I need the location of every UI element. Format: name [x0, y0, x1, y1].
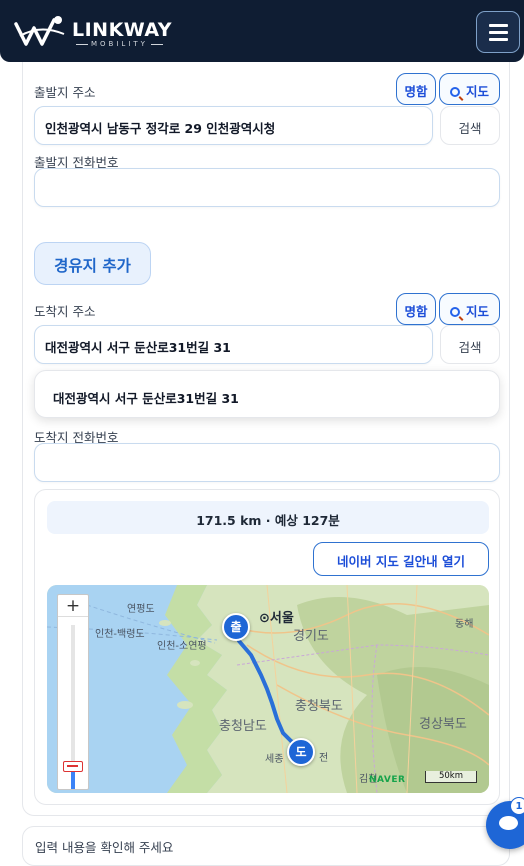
route-summary: 171.5 km · 예상 127분 [47, 501, 489, 534]
map-zoom-control: + [57, 594, 89, 790]
destination-phone-input[interactable] [34, 443, 500, 482]
hamburger-line [489, 31, 508, 34]
map-label-yeonpyeong: 연평도 [127, 604, 155, 615]
app-header: LINKWAY MOBILITY [0, 0, 524, 62]
map-label-incheon-baengnyeong: 인천-백령도 [95, 629, 145, 640]
map-label-seoul: ⊙서울 [259, 611, 294, 626]
hamburger-line [489, 38, 508, 41]
route-start-marker[interactable]: 출 [222, 613, 250, 641]
destination-address-label: 도착지 주소 [34, 304, 96, 319]
map-label-sejong: 세종 [265, 754, 284, 765]
map-label-incheon-socheong: 인천-소연평 [157, 641, 207, 652]
origin-business-card-button[interactable]: 명함 [396, 73, 436, 105]
origin-phone-input[interactable] [34, 168, 500, 207]
hamburger-icon [489, 24, 508, 27]
map-label-seoul-text: 서울 [269, 611, 294, 626]
zoom-level-fill [71, 771, 75, 789]
search-icon [449, 307, 460, 317]
notice-card: 입력 내용을 확인해 주세요 [22, 826, 510, 866]
map-label-gyeonggi: 경기도 [293, 629, 329, 644]
open-naver-directions-button[interactable]: 네이버 지도 길안내 열기 [313, 542, 489, 576]
route-map[interactable]: 연평도 ⊙서울 인천-백령도 인천-소연평 경기도 동해 충청북도 충청남도 경… [47, 585, 489, 793]
map-label-chungbuk: 충청북도 [295, 699, 343, 714]
origin-map-button[interactable]: 지도 [439, 73, 500, 105]
destination-map-button-label: 지도 [465, 304, 489, 319]
chat-icon [499, 816, 518, 830]
destination-address-input[interactable]: 대전광역시 서구 둔산로31번길 31 [34, 325, 433, 364]
brand-logo[interactable]: LINKWAY MOBILITY [14, 12, 174, 52]
address-suggestion-item[interactable]: 대전광역시 서구 둔산로31번길 31 [34, 370, 500, 418]
search-icon [449, 87, 460, 97]
route-end-marker[interactable]: 도 [287, 738, 315, 766]
origin-address-label: 출발지 주소 [34, 85, 96, 100]
map-label-chungnam: 충청남도 [219, 719, 267, 734]
destination-search-button[interactable]: 검색 [440, 325, 500, 364]
map-label-daejeon: 전 [319, 753, 329, 764]
notice-text: 입력 내용을 확인해 주세요 [35, 840, 174, 855]
chat-notification-badge: 1 [510, 797, 524, 815]
brand-subtitle: MOBILITY [73, 40, 166, 48]
origin-address-input[interactable]: 인천광역시 남동구 정각로 29 인천광역시청 [34, 106, 433, 145]
map-scale-bar: 50km [425, 771, 477, 783]
naver-logo: NAVER [369, 775, 406, 785]
destination-business-card-button[interactable]: 명함 [396, 293, 436, 325]
destination-map-button[interactable]: 지도 [439, 293, 500, 325]
route-card: 171.5 km · 예상 127분 네이버 지도 길안내 열기 연평도 ⊙서울… [34, 489, 500, 805]
add-waypoint-button[interactable]: 경유지 추가 [34, 242, 151, 285]
map-label-donghae: 동해 [455, 619, 474, 630]
brand-name: LINKWAY [72, 19, 173, 41]
origin-search-button[interactable]: 검색 [440, 106, 500, 145]
linkway-logo-icon [14, 16, 65, 46]
map-label-gyeongbuk: 경상북도 [419, 717, 467, 732]
zoom-in-button[interactable]: + [58, 595, 88, 617]
menu-button[interactable] [476, 11, 520, 53]
origin-map-button-label: 지도 [465, 84, 489, 99]
zoom-slider-handle[interactable] [63, 761, 83, 772]
